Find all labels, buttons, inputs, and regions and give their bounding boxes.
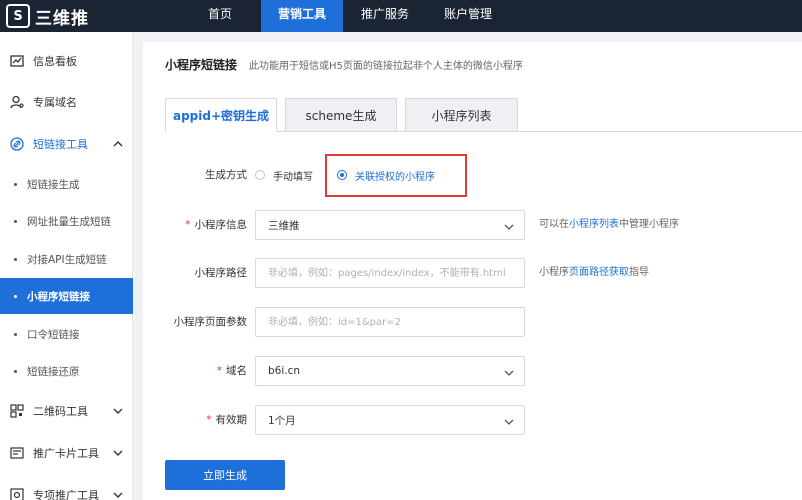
miniapp-list-link[interactable]: 小程序列表 — [569, 219, 619, 230]
bullet-icon — [14, 332, 17, 336]
validity-select[interactable]: 1个月 — [255, 405, 525, 435]
miniapp-info-value: 三维推 — [268, 219, 300, 232]
radio-circle — [337, 170, 347, 180]
bullet-icon — [14, 369, 17, 373]
main-card: 小程序短链接 此功能用于短信或H5页面的链接拉起非个人主体的微信小程序 appi… — [143, 42, 802, 500]
path-input[interactable] — [255, 258, 525, 288]
miniapp-info-select[interactable]: 三维推 — [255, 210, 525, 240]
logo-icon: S — [6, 4, 30, 28]
link-icon — [9, 136, 25, 152]
chevron-down-icon — [113, 447, 123, 461]
sidebar-item-qrcode-tools[interactable]: 二维码工具 — [0, 391, 133, 431]
user-domain-icon — [9, 94, 25, 110]
path-hint: 小程序页面路径获取指导 — [539, 267, 649, 278]
top-navbar: S 三维推 首页 营销工具 推广服务 账户管理 — [0, 0, 802, 32]
validity-value: 1个月 — [268, 414, 296, 427]
tab-appid-secret[interactable]: appid+密钥生成 — [165, 98, 277, 132]
sidebar-subitem-miniapp-shortlink[interactable]: 小程序短链接 — [0, 278, 133, 314]
sidebar-subitem-shortlink-restore[interactable]: 短链接还原 — [0, 353, 133, 389]
sidebar-item-shortlink-tools[interactable]: 短链接工具 — [0, 124, 133, 164]
chevron-down-icon — [113, 405, 123, 419]
sidebar-subitem-label: 对接API生成短链 — [27, 253, 107, 266]
sidebar-subitem-label: 短链接生成 — [27, 178, 80, 191]
promo-icon — [9, 487, 25, 500]
radio-linked-label: 关联授权的小程序 — [355, 171, 435, 183]
sidebar-item-dashboard[interactable]: 信息看板 — [0, 41, 133, 81]
path-label: 小程序路径 — [194, 267, 248, 279]
params-label: 小程序页面参数 — [173, 316, 248, 328]
domain-label: * 域名 — [216, 365, 247, 377]
sidebar-item-label: 专属域名 — [33, 96, 77, 109]
sidebar-subitem-api-shortlink[interactable]: 对接API生成短链 — [0, 241, 133, 277]
logo[interactable]: S 三维推 — [6, 3, 89, 29]
sidebar-item-label: 短链接工具 — [33, 138, 88, 151]
sidebar-item-label: 专项推广工具 — [33, 489, 99, 500]
page-header: 小程序短链接 此功能用于短信或H5页面的链接拉起非个人主体的微信小程序 — [165, 57, 523, 72]
card-icon — [9, 445, 25, 461]
sidebar-subitem-label: 口令短链接 — [27, 328, 80, 341]
logo-text: 三维推 — [35, 8, 89, 29]
params-input[interactable] — [255, 307, 525, 337]
qrcode-icon — [9, 403, 25, 419]
sidebar-item-label: 推广卡片工具 — [33, 447, 99, 460]
page-title: 小程序短链接 — [165, 57, 238, 72]
chevron-up-icon — [113, 138, 123, 152]
bullet-icon — [14, 182, 17, 186]
domain-select[interactable]: b6i.cn — [255, 356, 525, 386]
nav-home[interactable]: 首页 — [190, 0, 250, 32]
generate-now-button[interactable]: 立即生成 — [165, 460, 285, 490]
chevron-down-icon — [504, 368, 514, 380]
sidebar-item-domain[interactable]: 专属域名 — [0, 82, 133, 122]
sidebar-subitem-batch-shortlink[interactable]: 网址批量生成短链 — [0, 203, 133, 239]
page-description: 此功能用于短信或H5页面的链接拉起非个人主体的微信小程序 — [249, 60, 523, 72]
sidebar-subitem-shortlink-generate[interactable]: 短链接生成 — [0, 166, 133, 202]
domain-value: b6i.cn — [268, 365, 301, 377]
sidebar-item-card-tools[interactable]: 推广卡片工具 — [0, 433, 133, 473]
chevron-down-icon — [113, 489, 123, 500]
nav-promotion-service[interactable]: 推广服务 — [351, 0, 419, 32]
bullet-icon — [14, 219, 17, 223]
bullet-icon — [14, 294, 17, 298]
miniapp-info-hint: 可以在小程序列表中管理小程序 — [539, 219, 679, 230]
mode-label: 生成方式 — [205, 169, 247, 181]
sidebar-item-special-promo-tools[interactable]: 专项推广工具 — [0, 475, 133, 500]
bullet-icon — [14, 257, 17, 261]
chevron-down-icon — [504, 222, 514, 234]
tab-scheme[interactable]: scheme生成 — [285, 98, 397, 132]
radio-manual-label: 手动填写 — [273, 171, 313, 183]
path-guide-link[interactable]: 页面路径获取 — [569, 267, 629, 278]
sidebar-subitem-label: 小程序短链接 — [27, 290, 90, 303]
sidebar-subitem-password-shortlink[interactable]: 口令短链接 — [0, 316, 133, 352]
sidebar-item-label: 信息看板 — [33, 55, 77, 68]
radio-circle — [255, 170, 265, 180]
nav-account-management[interactable]: 账户管理 — [432, 0, 504, 32]
sidebar: 信息看板 专属域名 短链接工具 短链接生成 网址批量生成短链 对接API生成短链… — [0, 32, 133, 500]
radio-manual[interactable]: 手动填写 — [255, 167, 313, 183]
chevron-down-icon — [504, 417, 514, 429]
sidebar-item-label: 二维码工具 — [33, 405, 88, 418]
radio-linked-miniapp[interactable]: 关联授权的小程序 — [337, 167, 435, 183]
tab-miniapp-list[interactable]: 小程序列表 — [405, 98, 518, 132]
sidebar-subitem-label: 短链接还原 — [27, 365, 80, 378]
validity-label: * 有效期 — [206, 414, 247, 426]
dashboard-icon — [9, 53, 25, 69]
nav-marketing-tools[interactable]: 营销工具 — [261, 0, 343, 32]
miniapp-info-label: * 小程序信息 — [185, 219, 247, 231]
sidebar-subitem-label: 网址批量生成短链 — [27, 215, 111, 228]
